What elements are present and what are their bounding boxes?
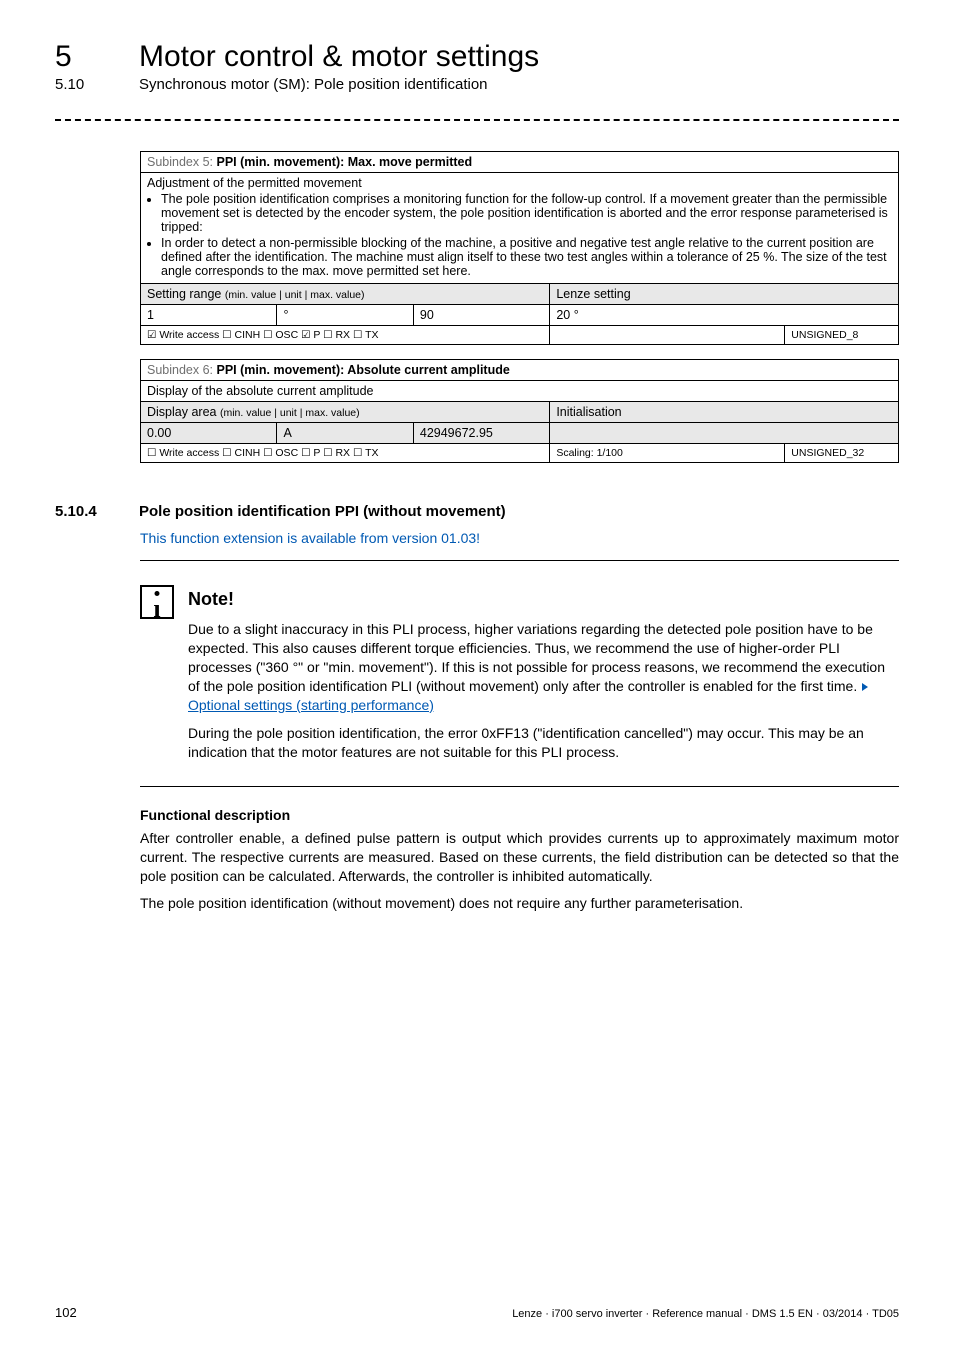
functional-desc-heading: Functional description <box>140 807 899 823</box>
section-number: 5.10 <box>55 76 103 93</box>
initialisation-header: Initialisation <box>550 402 899 423</box>
divider-solid-top <box>140 560 899 561</box>
functional-p2: The pole position identification (withou… <box>140 894 899 913</box>
note-paragraph-1: Due to a slight inaccuracy in this PLI p… <box>188 621 885 694</box>
subindex5-max: 90 <box>413 305 549 326</box>
functional-desc-body: After controller enable, a defined pulse… <box>140 829 899 913</box>
subindex5-bullet-2: In order to detect a non-permissible blo… <box>161 236 892 278</box>
table-subindex-5: Subindex 5: PPI (min. movement): Max. mo… <box>140 151 899 345</box>
version-note: This function extension is available fro… <box>140 530 899 546</box>
chapter-title: Motor control & motor settings <box>139 40 539 74</box>
subindex5-type: UNSIGNED_8 <box>785 326 899 345</box>
lenze-setting-header: Lenze setting <box>550 284 899 305</box>
info-icon: ı <box>140 585 174 619</box>
page-number: 102 <box>55 1305 77 1320</box>
subindex6-init-value <box>550 423 899 444</box>
subsection-title: Pole position identification PPI (withou… <box>139 503 506 520</box>
subindex5-access: ☑ Write access ☐ CINH ☐ OSC ☑ P ☐ RX ☐ T… <box>141 326 550 345</box>
subindex6-title: Subindex 6: PPI (min. movement): Absolut… <box>141 360 899 381</box>
subindex6-access: ☐ Write access ☐ CINH ☐ OSC ☐ P ☐ RX ☐ T… <box>141 444 550 463</box>
subindex6-title-grey: Subindex 6: <box>147 363 217 377</box>
note-body: Due to a slight inaccuracy in this PLI p… <box>188 620 899 762</box>
subindex5-min: 1 <box>141 305 277 326</box>
section-title: Synchronous motor (SM): Pole position id… <box>139 76 488 93</box>
note-title: Note! <box>188 589 899 610</box>
table-subindex-6: Subindex 6: PPI (min. movement): Absolut… <box>140 359 899 463</box>
functional-p1: After controller enable, a defined pulse… <box>140 829 899 886</box>
subindex6-title-bold: PPI (min. movement): Absolute current am… <box>217 363 510 377</box>
subsection-number: 5.10.4 <box>55 503 103 520</box>
optional-settings-link[interactable]: Optional settings (starting performance) <box>188 697 434 713</box>
subindex5-description: Adjustment of the permitted movement The… <box>141 173 899 284</box>
subindex5-unit: ° <box>277 305 413 326</box>
subindex6-type: UNSIGNED_32 <box>785 444 899 463</box>
setting-range-label: Setting range <box>147 287 221 301</box>
subindex6-max: 42949672.95 <box>413 423 549 444</box>
subindex5-title: Subindex 5: PPI (min. movement): Max. mo… <box>141 152 899 173</box>
display-area-label: Display area <box>147 405 216 419</box>
setting-range-sub: (min. value | unit | max. value) <box>225 289 365 301</box>
chapter-number: 5 <box>55 40 103 74</box>
subindex5-lenze-value: 20 ° <box>550 305 899 326</box>
page-footer: 102 Lenze · i700 servo inverter · Refere… <box>55 1305 899 1320</box>
footer-doc-info: Lenze · i700 servo inverter · Reference … <box>512 1308 899 1320</box>
subindex6-min: 0.00 <box>141 423 277 444</box>
note-paragraph-2: During the pole position identification,… <box>188 724 899 762</box>
triangle-icon <box>862 683 868 691</box>
subindex5-bullet-1: The pole position identification compris… <box>161 192 892 234</box>
display-area-sub: (min. value | unit | max. value) <box>220 407 360 419</box>
subindex5-title-bold: PPI (min. movement): Max. move permitted <box>217 155 473 169</box>
subindex6-unit: A <box>277 423 413 444</box>
subindex6-scaling: Scaling: 1/100 <box>550 444 785 463</box>
subindex5-title-grey: Subindex 5: <box>147 155 217 169</box>
setting-range-header: Setting range (min. value | unit | max. … <box>141 284 550 305</box>
subindex5-desc-lead: Adjustment of the permitted movement <box>147 176 362 190</box>
divider-dashed <box>55 119 899 121</box>
display-area-header: Display area (min. value | unit | max. v… <box>141 402 550 423</box>
divider-solid-bottom <box>140 786 899 787</box>
subindex6-description: Display of the absolute current amplitud… <box>141 381 899 402</box>
